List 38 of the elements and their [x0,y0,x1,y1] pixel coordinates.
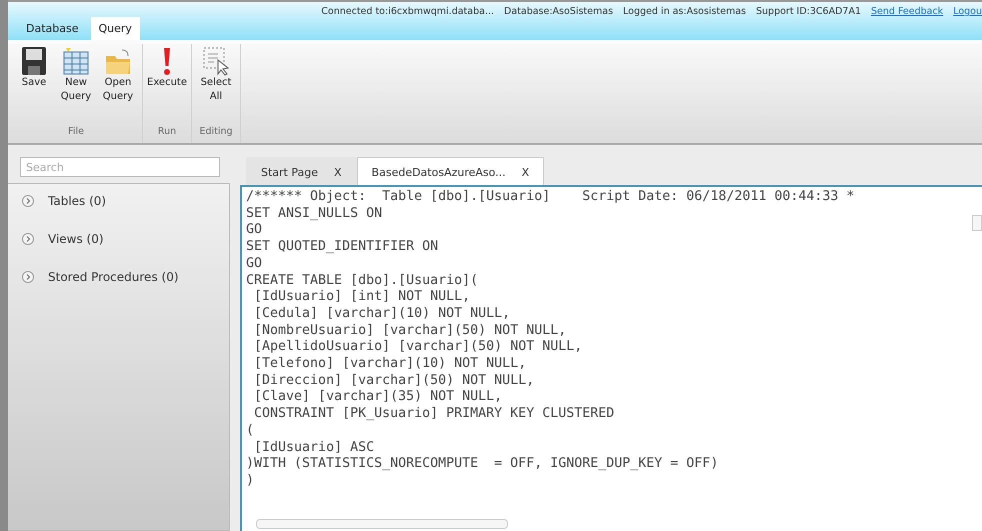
ribbon-button[interactable]: Execute [147,44,187,126]
expand-chevron-icon[interactable] [22,195,34,207]
ribbon-button[interactable]: Select All [196,44,236,126]
group-label: Editing [199,126,233,139]
search-field[interactable]: Search [20,157,220,177]
sql-code: /****** Object: Table [dbo].[Usuario] Script Date: 06/18/2011 00:44:33 * SET ANSI_NULLS ON GO SET QUOTED_IDENTIFIER ON GO CREATE TABLE [dbo].[Usuario]( [IdUsuario] [int] NOT NULL, [Cedula] [varchar](10) NOT NULL, [NombreUsuario] [varchar](50) NOT NULL, [ApellidoUsuario] [varchar](50) NOT NULL, [Telefono] [varchar](10) NOT NULL, [Direccion] [varchar](50) NOT NULL, [Clave] [varchar](35) NOT NULL, CONSTRAINT [PK_Usuario] PRIMARY KEY CLUSTERED ( [IdUsuario] ASC )WITH (STATISTICS_NORECOMPUTE = OFF, IGNORE_DUP_KEY = OFF) ) [246,189,854,490]
vertical-scrollbar[interactable] [972,215,982,231]
status-text: Connected to:i6cxbmwqmi.databa... [321,6,494,17]
status-text: Logged in as:Asosistemas [623,6,746,17]
status-text: Database:AsoSistemas [504,6,614,17]
ribbon-button[interactable]: New Query [56,44,96,126]
document-tab[interactable]: Start Page X [246,157,357,185]
code-editor[interactable] [240,185,982,531]
tree-label: Views (0) [48,232,104,246]
header-link[interactable]: Send Feedback [871,6,944,17]
tab-label: Start Page [261,166,318,179]
expand-chevron-icon[interactable] [22,271,34,283]
expand-chevron-icon[interactable] [22,233,34,245]
menu-tab[interactable]: Query [90,17,140,40]
ribbon-button[interactable]: Save [14,44,54,126]
horizontal-scrollbar[interactable] [256,519,508,529]
tree-item[interactable]: Stored Procedures (0) [8,270,229,284]
menu-tab[interactable]: Database [18,17,86,40]
group-label: File [68,126,84,139]
tab-close[interactable]: X [522,166,530,179]
selection-cursor-icon [202,46,230,76]
document-tab[interactable]: BasedeDatosAzureAso... X [356,157,544,185]
header-link[interactable]: Logou [953,6,982,17]
tab-close[interactable]: X [334,166,342,179]
table-grid-icon [62,46,90,76]
tree-label: Tables (0) [48,194,106,208]
group-label: Run [158,126,176,139]
ribbon-button[interactable]: Open Query [98,44,138,126]
tree-label: Stored Procedures (0) [48,270,179,284]
status-text: Support ID:3C6AD7A1 [756,6,861,17]
tab-label: BasedeDatosAzureAso... [372,166,506,179]
tree-item[interactable]: Views (0) [8,232,229,246]
tree-item[interactable]: Tables (0) [8,194,229,208]
